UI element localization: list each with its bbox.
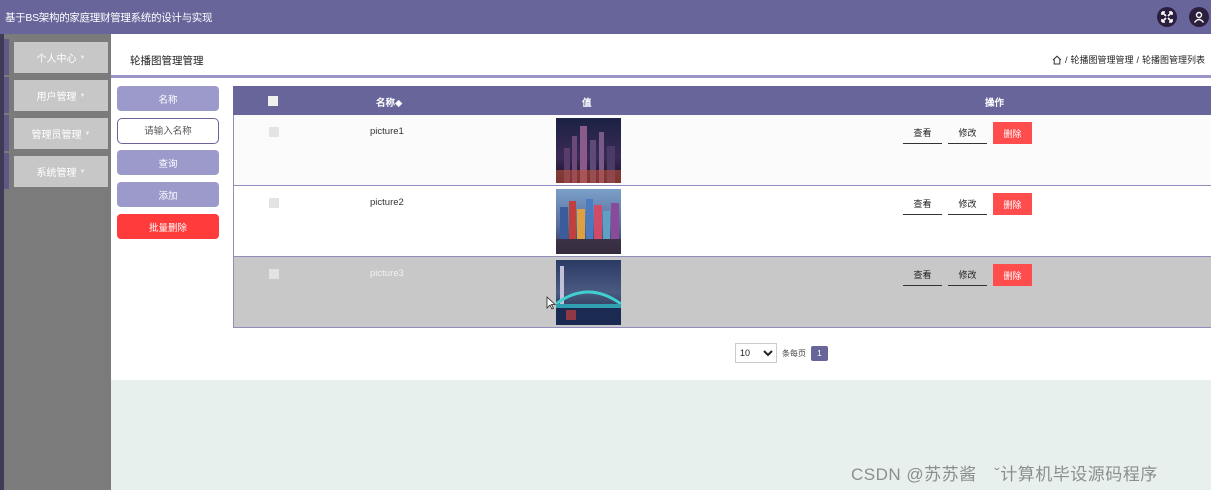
sidebar-item-system-management[interactable]: 系统管理 ▼ — [4, 153, 111, 189]
caret-down-icon: ▼ — [79, 92, 86, 99]
sidebar-item-marker — [4, 39, 9, 75]
column-header-name[interactable]: 名称◆ — [376, 95, 402, 109]
sidebar-item-marker — [4, 77, 9, 113]
app-title: 基于BS架构的家庭理财管理系统的设计与实现 — [5, 12, 213, 24]
breadcrumb-item: 轮播图管理列表 — [1141, 55, 1205, 65]
edit-button[interactable]: 修改 — [948, 122, 987, 144]
column-header-value: 值 — [582, 98, 592, 109]
search-button[interactable]: 查询 — [117, 150, 219, 175]
home-icon[interactable] — [1052, 55, 1062, 65]
row-name: picture1 — [370, 126, 404, 137]
pagination: 10 条每页 1 — [735, 343, 828, 363]
content-header — [111, 34, 1211, 76]
thumbnail-image[interactable] — [556, 118, 621, 183]
sidebar-item-label: 个人中心 — [36, 54, 77, 65]
page-number-button[interactable]: 1 — [811, 345, 828, 361]
carousel-table: 名称◆ 值 操作 picture1 查看 修改 删除 picture2 查看 修… — [233, 86, 1211, 328]
thumbnail-image[interactable] — [556, 260, 621, 325]
row-checkbox[interactable] — [269, 269, 279, 279]
sidebar-item-button[interactable]: 个人中心 ▼ — [14, 42, 108, 73]
thumbnail-image[interactable] — [556, 189, 621, 254]
batch-delete-button[interactable]: 批量删除 — [117, 214, 219, 239]
sidebar: 个人中心 ▼ 用户管理 ▼ 管理员管理 ▼ 系统管理 ▼ — [4, 34, 111, 490]
sidebar-item-label: 系统管理 — [36, 168, 77, 179]
edit-button[interactable]: 修改 — [948, 193, 987, 215]
caret-down-icon: ▼ — [79, 168, 86, 175]
sidebar-item-personal-center[interactable]: 个人中心 ▼ — [4, 39, 111, 75]
view-button[interactable]: 查看 — [903, 193, 942, 215]
select-all-checkbox[interactable] — [268, 96, 278, 106]
sidebar-item-label: 管理员管理 — [31, 130, 82, 141]
sidebar-item-button[interactable]: 管理员管理 ▼ — [14, 118, 108, 149]
header-divider — [111, 75, 1211, 78]
delete-button[interactable]: 删除 — [993, 264, 1032, 286]
name-filter-label: 名称 — [117, 86, 219, 111]
table-row: picture3 查看 修改 删除 — [233, 257, 1211, 328]
edit-button[interactable]: 修改 — [948, 264, 987, 286]
column-header-actions: 操作 — [985, 98, 1005, 109]
table-row: picture2 查看 修改 删除 — [233, 186, 1211, 257]
row-checkbox[interactable] — [269, 198, 279, 208]
view-button[interactable]: 查看 — [903, 264, 942, 286]
delete-button[interactable]: 删除 — [993, 122, 1032, 144]
sidebar-item-marker — [4, 115, 9, 151]
sidebar-item-button[interactable]: 系统管理 ▼ — [14, 156, 108, 187]
sidebar-item-label: 用户管理 — [36, 92, 77, 103]
page-title: 轮播图管理管理 — [130, 55, 204, 67]
table-header: 名称◆ 值 操作 — [233, 86, 1211, 115]
sidebar-item-user-management[interactable]: 用户管理 ▼ — [4, 77, 111, 113]
sidebar-item-admin-management[interactable]: 管理员管理 ▼ — [4, 115, 111, 151]
caret-down-icon: ▼ — [84, 130, 91, 137]
delete-button[interactable]: 删除 — [993, 193, 1032, 215]
breadcrumb-item[interactable]: 轮播图管理管理 — [1070, 53, 1133, 66]
sidebar-item-marker — [4, 153, 9, 189]
user-icon[interactable] — [1189, 7, 1209, 27]
caret-down-icon: ▼ — [79, 54, 86, 61]
name-search-input[interactable] — [117, 118, 219, 144]
fullscreen-icon[interactable] — [1157, 7, 1177, 27]
row-checkbox[interactable] — [269, 127, 279, 137]
row-name: picture3 — [370, 268, 404, 279]
sidebar-item-button[interactable]: 用户管理 ▼ — [14, 80, 108, 111]
view-button[interactable]: 查看 — [903, 122, 942, 144]
mouse-cursor-icon — [546, 296, 556, 310]
top-bar: 基于BS架构的家庭理财管理系统的设计与实现 — [0, 0, 1211, 34]
breadcrumb-separator: / — [1064, 54, 1068, 65]
add-button[interactable]: 添加 — [117, 182, 219, 207]
breadcrumb: / 轮播图管理管理 / 轮播图管理列表 — [1052, 53, 1205, 66]
page-size-select[interactable]: 10 — [735, 343, 777, 363]
breadcrumb-separator: / — [1136, 54, 1139, 65]
watermark: CSDN @苏苏酱 ˇ计算机毕设源码程序 — [851, 465, 1158, 484]
row-name: picture2 — [370, 197, 404, 208]
per-page-label: 条每页 — [782, 348, 806, 358]
table-row: picture1 查看 修改 删除 — [233, 115, 1211, 186]
